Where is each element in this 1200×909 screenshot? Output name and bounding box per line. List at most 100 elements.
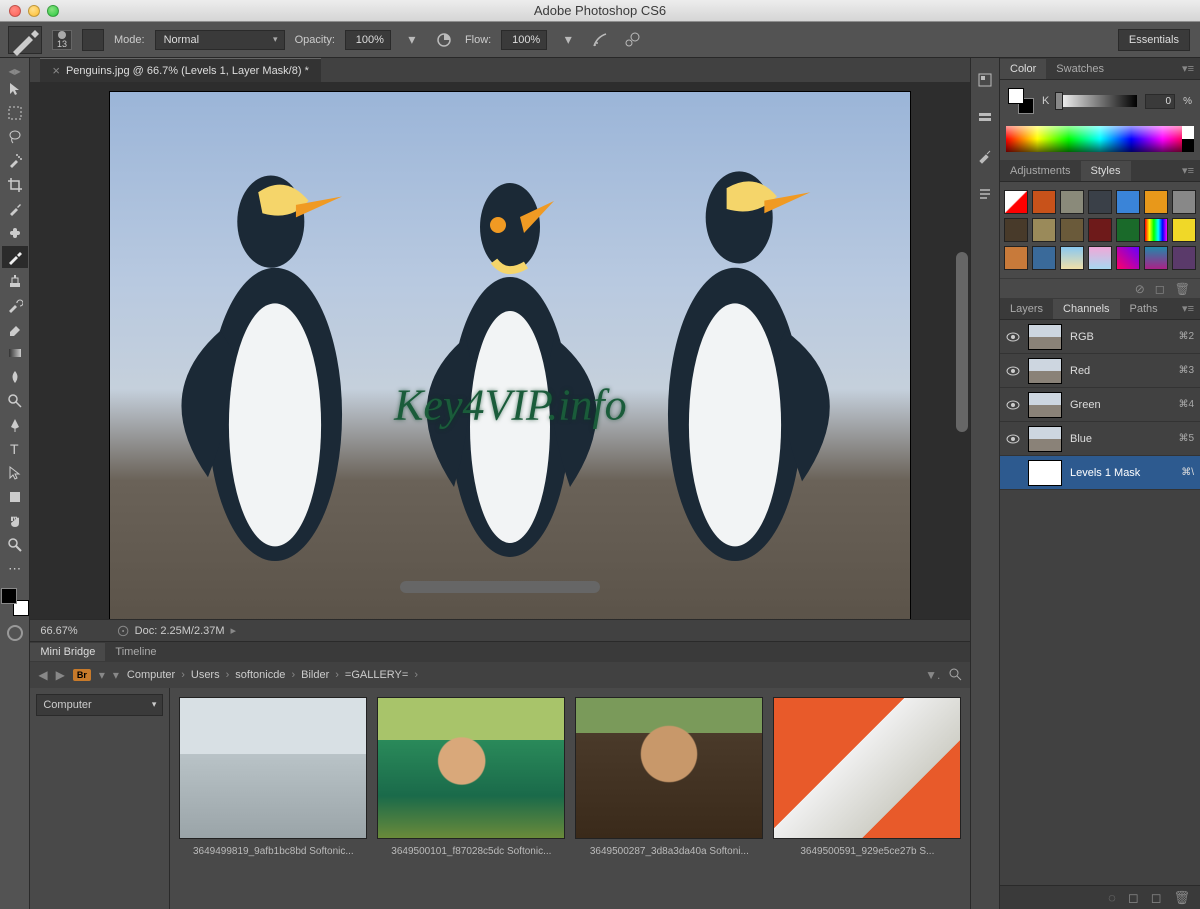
history-panel-icon[interactable]	[973, 68, 997, 92]
document-canvas[interactable]: Key4VIP.info	[110, 92, 910, 619]
clear-style-icon[interactable]: ⊘	[1135, 282, 1145, 296]
style-swatch[interactable]	[1116, 246, 1140, 270]
nav-menu2-icon[interactable]: ▾	[113, 668, 119, 682]
canvas-area[interactable]: Key4VIP.info	[30, 82, 970, 619]
status-menu-icon[interactable]: ▸	[231, 624, 237, 637]
filter-icon[interactable]: ▼.	[925, 668, 940, 682]
bridge-badge-icon[interactable]: Br	[73, 669, 91, 681]
flow-value[interactable]: 100%	[501, 30, 547, 50]
style-swatch[interactable]	[1144, 190, 1168, 214]
channel-row[interactable]: Green⌘4	[1000, 388, 1200, 422]
blur-tool[interactable]	[2, 366, 28, 388]
k-value[interactable]: 0	[1145, 94, 1175, 109]
panel-menu-icon[interactable]: ▾≡	[1176, 62, 1200, 75]
foreground-background-colors[interactable]	[1, 588, 29, 616]
style-swatch[interactable]	[1088, 246, 1112, 270]
hand-tool[interactable]	[2, 510, 28, 532]
visibility-toggle-icon[interactable]	[1006, 432, 1020, 446]
toolbox-collapse-icon[interactable]: ◀▶	[0, 66, 29, 76]
new-style-icon[interactable]: ◻	[1155, 282, 1165, 296]
tab-paths[interactable]: Paths	[1120, 299, 1168, 319]
workspace-switcher[interactable]: Essentials	[1118, 29, 1190, 51]
opacity-chevron-icon[interactable]: ▾	[401, 29, 423, 51]
style-swatch[interactable]	[1144, 246, 1168, 270]
color-spectrum[interactable]	[1006, 126, 1194, 152]
channel-row[interactable]: RGB⌘2	[1000, 320, 1200, 354]
tab-mini-bridge[interactable]: Mini Bridge	[30, 643, 105, 661]
visibility-toggle-icon[interactable]	[1006, 330, 1020, 344]
quick-selection-tool[interactable]	[2, 150, 28, 172]
tab-timeline[interactable]: Timeline	[105, 643, 166, 661]
style-swatch[interactable]	[1172, 246, 1196, 270]
blend-mode-dropdown[interactable]: Normal	[155, 30, 285, 50]
document-tab[interactable]: × Penguins.jpg @ 66.7% (Levels 1, Layer …	[40, 58, 321, 82]
style-swatch[interactable]	[1060, 190, 1084, 214]
style-swatch[interactable]	[1004, 246, 1028, 270]
nav-forward-icon[interactable]: ▶	[56, 668, 65, 682]
save-selection-icon[interactable]: ◻	[1128, 890, 1139, 906]
marquee-tool[interactable]	[2, 102, 28, 124]
properties-panel-icon[interactable]	[973, 106, 997, 130]
channel-row[interactable]: Red⌘3	[1000, 354, 1200, 388]
move-tool[interactable]	[2, 78, 28, 100]
style-swatch[interactable]	[1116, 218, 1140, 242]
style-swatch[interactable]	[1088, 218, 1112, 242]
path-selection-tool[interactable]	[2, 462, 28, 484]
new-channel-icon[interactable]: ◻	[1151, 890, 1162, 906]
crumb-3[interactable]: Bilder	[301, 669, 329, 681]
visibility-toggle-icon[interactable]	[1006, 466, 1020, 480]
panel-menu-icon[interactable]: ▾≡	[1176, 164, 1200, 177]
horizontal-scrollbar[interactable]	[400, 581, 600, 593]
style-swatch[interactable]	[1088, 190, 1112, 214]
tab-adjustments[interactable]: Adjustments	[1000, 161, 1081, 181]
style-swatch[interactable]	[1004, 218, 1028, 242]
visibility-toggle-icon[interactable]	[1006, 364, 1020, 378]
nav-back-icon[interactable]: ◀	[38, 668, 47, 682]
paragraph-panel-icon[interactable]	[973, 182, 997, 206]
tab-channels[interactable]: Channels	[1053, 299, 1119, 319]
crop-tool[interactable]	[2, 174, 28, 196]
history-brush-tool[interactable]	[2, 294, 28, 316]
source-selector[interactable]: Computer	[36, 694, 163, 716]
style-swatch[interactable]	[1060, 246, 1084, 270]
doc-size-info[interactable]: Doc: 2.25M/2.37M	[135, 625, 225, 637]
close-tab-icon[interactable]: ×	[52, 63, 60, 78]
style-swatch[interactable]	[1172, 218, 1196, 242]
crumb-1[interactable]: Users	[191, 669, 220, 681]
delete-style-icon[interactable]: 🗑	[1175, 282, 1190, 296]
gradient-tool[interactable]	[2, 342, 28, 364]
type-tool[interactable]: T	[2, 438, 28, 460]
breadcrumb[interactable]: Computer› Users› softonicde› Bilder› =GA…	[127, 669, 418, 681]
style-swatch[interactable]	[1116, 190, 1140, 214]
delete-channel-icon[interactable]: 🗑	[1173, 890, 1190, 906]
status-chevron-icon[interactable]: ⨀	[118, 624, 129, 637]
pressure-size-icon[interactable]	[621, 29, 643, 51]
tab-color[interactable]: Color	[1000, 59, 1046, 79]
zoom-level[interactable]: 66.67%	[40, 625, 77, 637]
k-slider[interactable]	[1057, 95, 1137, 107]
tab-swatches[interactable]: Swatches	[1046, 59, 1114, 79]
color-fg-bg[interactable]	[1008, 88, 1034, 114]
channel-row[interactable]: Levels 1 Mask⌘\	[1000, 456, 1200, 490]
thumbnail-item[interactable]: 3649500287_3d8a3da40a Softoni...	[576, 698, 762, 899]
style-swatch[interactable]	[1060, 218, 1084, 242]
thumbnail-item[interactable]: 3649500101_f87028c5dc Softonic...	[378, 698, 564, 899]
pressure-opacity-icon[interactable]	[433, 29, 455, 51]
search-icon[interactable]	[948, 667, 962, 684]
tool-preset-picker[interactable]	[8, 26, 42, 54]
lasso-tool[interactable]	[2, 126, 28, 148]
thumbnail-item[interactable]: 3649500591_929e5ce27b S...	[774, 698, 960, 899]
dodge-tool[interactable]	[2, 390, 28, 412]
crumb-4[interactable]: =GALLERY=	[345, 669, 408, 681]
style-swatch[interactable]	[1004, 190, 1028, 214]
clone-stamp-tool[interactable]	[2, 270, 28, 292]
channel-row[interactable]: Blue⌘5	[1000, 422, 1200, 456]
quick-mask-toggle[interactable]	[2, 622, 28, 644]
crumb-2[interactable]: softonicde	[235, 669, 285, 681]
healing-brush-tool[interactable]	[2, 222, 28, 244]
pen-tool[interactable]	[2, 414, 28, 436]
style-swatch[interactable]	[1032, 246, 1056, 270]
shape-tool[interactable]	[2, 486, 28, 508]
brush-preset-picker[interactable]: 13	[52, 30, 72, 50]
tab-styles[interactable]: Styles	[1081, 161, 1131, 181]
